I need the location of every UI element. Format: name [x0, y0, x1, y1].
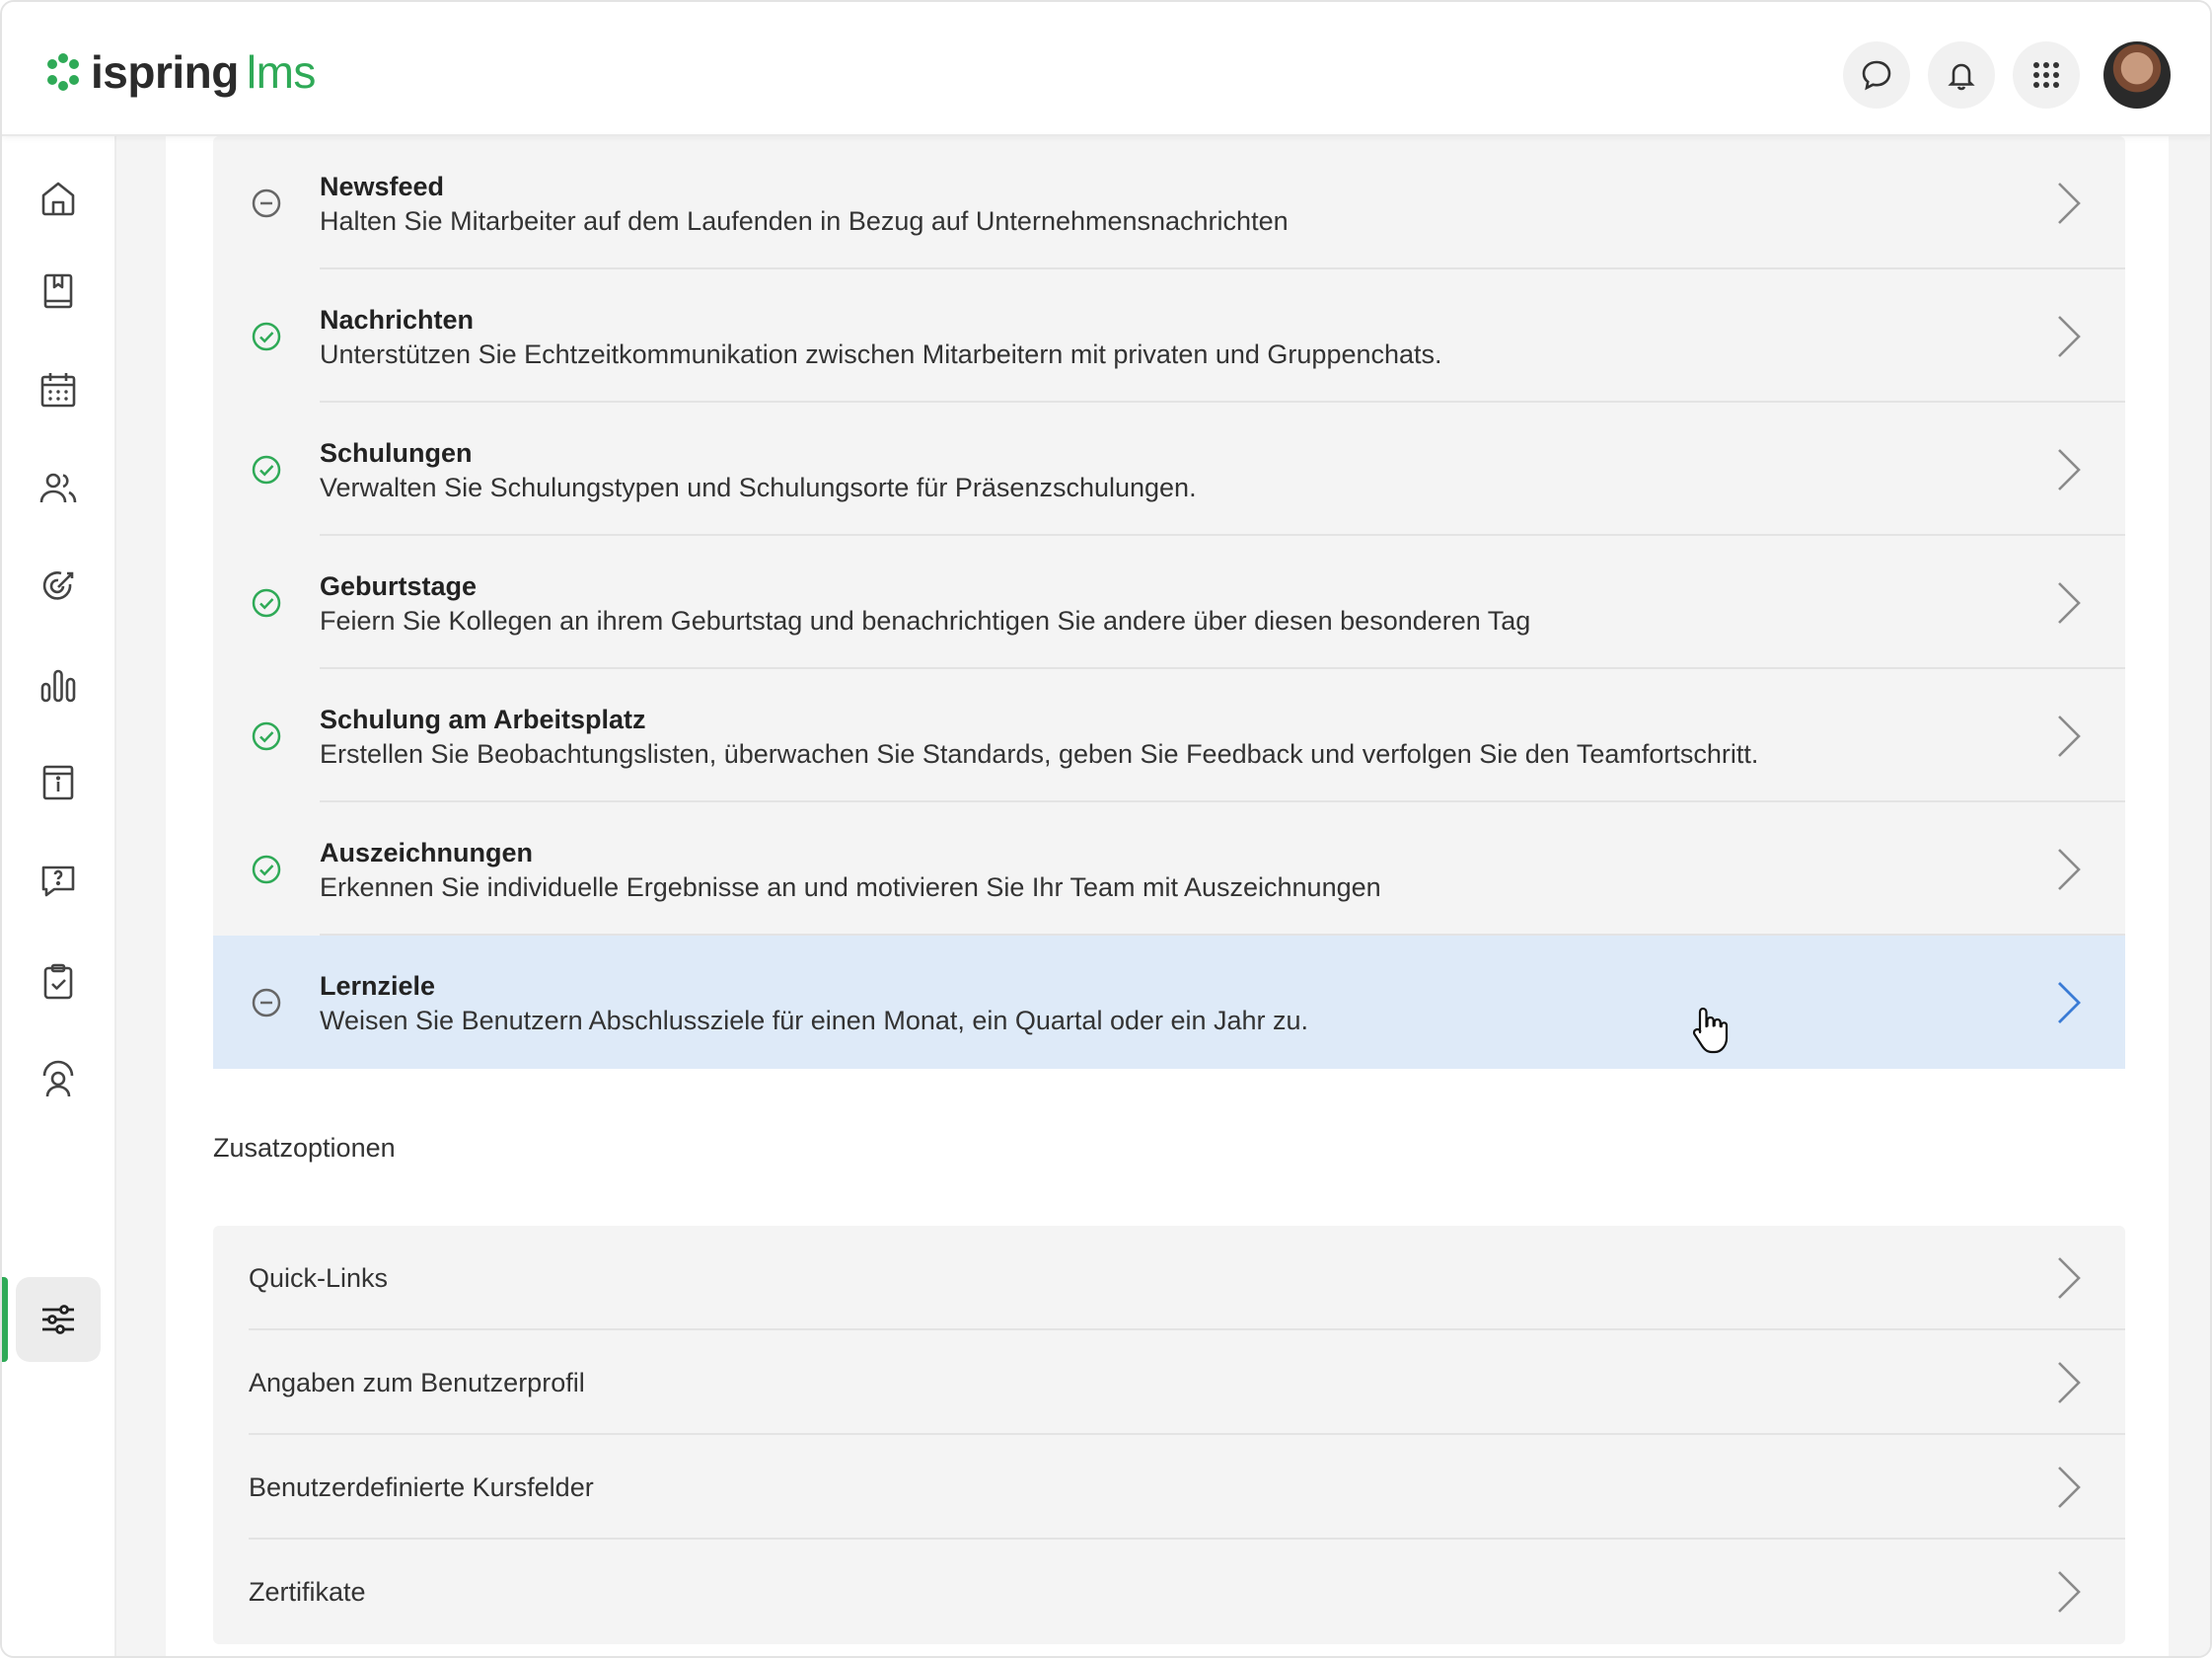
- nav-users[interactable]: [16, 446, 101, 531]
- module-description: Weisen Sie Benutzern Abschlussziele für …: [320, 1006, 1309, 1035]
- module-description: Erkennen Sie individuelle Ergebnisse an …: [320, 872, 1381, 902]
- chevron-right-icon: [2058, 1362, 2081, 1403]
- settings-content: Newsfeed Halten Sie Mitarbeiter auf dem …: [166, 136, 2169, 1656]
- check-circle-icon: [252, 322, 281, 350]
- info-page-icon: [42, 765, 74, 800]
- courses-book-icon: [43, 273, 73, 309]
- chevron-right-icon: [2058, 182, 2081, 224]
- modules-card: Newsfeed Halten Sie Mitarbeiter auf dem …: [213, 136, 2125, 1069]
- tasks-clipboard-icon: [43, 963, 73, 1000]
- module-description: Halten Sie Mitarbeiter auf dem Laufenden…: [320, 206, 1289, 236]
- check-circle-icon: [252, 855, 281, 883]
- module-description: Verwalten Sie Schulungstypen und Schulun…: [320, 473, 1197, 502]
- chevron-right-icon: [2058, 715, 2081, 757]
- chevron-right-icon: [2058, 448, 2081, 490]
- chevron-right-icon: [2058, 1257, 2081, 1299]
- extra-options-card: Quick-Links Angaben zum Benutzerprofil B…: [213, 1226, 2125, 1644]
- module-row-newsfeed[interactable]: Newsfeed Halten Sie Mitarbeiter auf dem …: [213, 136, 2125, 269]
- nav-reports[interactable]: [16, 643, 101, 728]
- chat-button[interactable]: [1843, 41, 1910, 109]
- nav-training[interactable]: [16, 1038, 101, 1123]
- top-bar: ispring lms: [2, 2, 2210, 136]
- module-title: Schulung am Arbeitsplatz: [320, 705, 646, 734]
- main-area: Newsfeed Halten Sie Mitarbeiter auf dem …: [116, 136, 2210, 1656]
- module-row-auszeichnungen[interactable]: Auszeichnungen Erkennen Sie individuelle…: [213, 802, 2125, 936]
- module-title: Newsfeed: [320, 172, 445, 201]
- chevron-right-icon: [2058, 1467, 2081, 1508]
- module-row-geburtstage[interactable]: Geburtstage Feiern Sie Kollegen an ihrem…: [213, 536, 2125, 669]
- chevron-right-icon: [2058, 581, 2081, 624]
- option-row-zertifikate[interactable]: Zertifikate: [213, 1540, 2125, 1644]
- module-title: Lernziele: [320, 971, 436, 1001]
- minus-circle-icon: [252, 988, 281, 1017]
- option-label: Quick-Links: [249, 1262, 389, 1293]
- option-label: Benutzerdefinierte Kursfelder: [249, 1471, 594, 1502]
- check-circle-icon: [252, 588, 281, 617]
- user-avatar[interactable]: [2103, 41, 2171, 109]
- nav-help[interactable]: [16, 839, 101, 924]
- option-label: Zertifikate: [249, 1576, 366, 1607]
- chevron-right-icon: [2058, 848, 2081, 890]
- logo-text: ispring lms: [91, 46, 316, 98]
- nav-goals[interactable]: [16, 545, 101, 630]
- logo[interactable]: ispring lms: [41, 45, 316, 99]
- users-icon: [39, 473, 77, 503]
- logo-flower-icon: [47, 53, 79, 91]
- settings-sliders-icon: [42, 1305, 74, 1334]
- calendar-icon: [40, 373, 76, 408]
- module-row-lernziele[interactable]: Lernziele Weisen Sie Benutzern Abschluss…: [213, 936, 2125, 1069]
- check-circle-icon: [252, 721, 281, 750]
- nav-home[interactable]: [16, 156, 101, 241]
- bell-icon: [1948, 63, 1975, 91]
- reports-chart-icon: [40, 669, 76, 703]
- hand-cursor-icon: [1692, 1007, 1729, 1054]
- module-description: Erstellen Sie Beobachtungslisten, überwa…: [320, 739, 1759, 769]
- section-heading-zusatzoptionen: Zusatzoptionen: [213, 1133, 396, 1163]
- sidebar: [2, 136, 116, 1656]
- training-user-icon: [42, 1060, 74, 1097]
- nav-settings[interactable]: [16, 1277, 101, 1362]
- home-icon: [41, 182, 75, 216]
- apps-button[interactable]: [2013, 41, 2080, 109]
- module-title: Auszeichnungen: [320, 838, 534, 867]
- chevron-right-icon: [2058, 315, 2081, 357]
- module-row-schulungen[interactable]: Schulungen Verwalten Sie Schulungstypen …: [213, 403, 2125, 536]
- module-row-schulung-am-arbeitsplatz[interactable]: Schulung am Arbeitsplatz Erstellen Sie B…: [213, 669, 2125, 802]
- option-row-benutzerprofil[interactable]: Angaben zum Benutzerprofil: [213, 1330, 2125, 1435]
- module-title: Geburtstage: [320, 571, 478, 601]
- chevron-right-icon: [2058, 1571, 2081, 1613]
- module-row-nachrichten[interactable]: Nachrichten Unterstützen Sie Echtzeitkom…: [213, 269, 2125, 403]
- module-description: Unterstützen Sie Echtzeitkommunikation z…: [320, 339, 1442, 369]
- option-row-quick-links[interactable]: Quick-Links: [213, 1226, 2125, 1330]
- app-window: ispring lms Newsfeed Halten Sie Mitarbei…: [0, 0, 2212, 1658]
- minus-circle-icon: [252, 188, 281, 217]
- module-description: Feiern Sie Kollegen an ihrem Geburtstag …: [320, 606, 1531, 636]
- active-indicator: [2, 1277, 8, 1362]
- module-title: Schulungen: [320, 438, 473, 468]
- apps-grid-icon: [2033, 62, 2059, 88]
- nav-courses[interactable]: [16, 249, 101, 334]
- nav-tasks[interactable]: [16, 940, 101, 1024]
- nav-calendar[interactable]: [16, 347, 101, 432]
- help-chat-icon: [41, 866, 75, 897]
- option-row-kursfelder[interactable]: Benutzerdefinierte Kursfelder: [213, 1435, 2125, 1540]
- goals-target-icon: [42, 571, 74, 600]
- chevron-right-icon: [2058, 981, 2081, 1023]
- option-label: Angaben zum Benutzerprofil: [249, 1367, 585, 1397]
- check-circle-icon: [252, 455, 281, 484]
- module-title: Nachrichten: [320, 305, 475, 335]
- notifications-button[interactable]: [1928, 41, 1995, 109]
- chat-icon: [1862, 60, 1891, 91]
- nav-info[interactable]: [16, 740, 101, 825]
